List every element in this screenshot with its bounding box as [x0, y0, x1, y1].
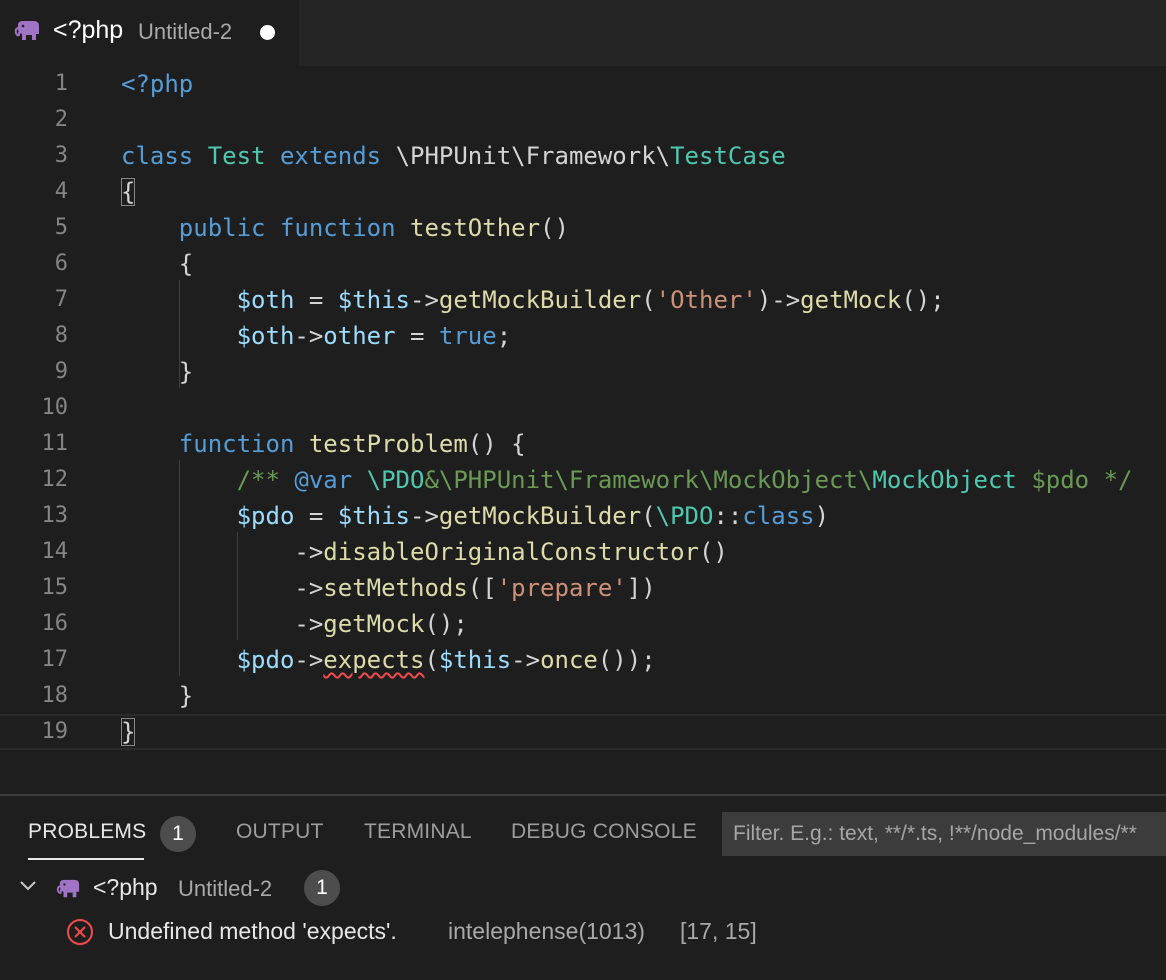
error-squiggle[interactable]: expects [323, 646, 424, 674]
code-line: 15 ->setMethods(['prepare']) [0, 570, 1166, 606]
editor-tab-untitled-2[interactable]: <?php Untitled-2 [0, 0, 299, 66]
tab-terminal[interactable]: TERMINAL [364, 820, 472, 844]
line-number: 7 [54, 287, 68, 312]
line-number: 4 [54, 179, 68, 204]
problem-message[interactable]: Undefined method 'expects'. [108, 918, 397, 945]
bottom-panel: PROBLEMS 1 OUTPUT TERMINAL DEBUG CONSOLE… [0, 794, 1166, 980]
php-elephant-icon [56, 879, 80, 898]
problem-group-language[interactable]: <?php [93, 874, 158, 901]
tab-debug-console[interactable]: DEBUG CONSOLE [511, 820, 697, 844]
code-line: 17 $pdo->expects($this->once()); [0, 642, 1166, 678]
error-icon [67, 919, 93, 945]
code-line: 12 /** @var \PDO&\PHPUnit\Framework\Mock… [0, 462, 1166, 498]
matched-bracket: } [121, 718, 136, 746]
problem-source: intelephense(1013) [448, 918, 645, 944]
line-number: 13 [41, 503, 69, 528]
line-number: 12 [41, 467, 69, 492]
tab-problems[interactable]: PROBLEMS [28, 820, 146, 844]
unsaved-changes-dot-icon[interactable] [260, 25, 275, 40]
line-number: 10 [41, 395, 69, 420]
code-line: 10 [0, 390, 1166, 426]
php-elephant-icon [14, 21, 39, 40]
code-line: 2 [0, 102, 1166, 138]
code-line: 1 <?php [0, 66, 1166, 102]
code-line: 7 $oth = $this->getMockBuilder('Other')-… [0, 282, 1166, 318]
line-number: 11 [41, 431, 69, 456]
code-line: 16 ->getMock(); [0, 606, 1166, 642]
code-line: 9 } [0, 354, 1166, 390]
line-number: 8 [54, 323, 68, 348]
tab-output[interactable]: OUTPUT [236, 820, 324, 844]
code-line: 8 $oth->other = true; [0, 318, 1166, 354]
matched-bracket: { [121, 178, 136, 206]
tab-filename: Untitled-2 [138, 19, 233, 44]
code-line: 4 { [0, 174, 1166, 210]
problems-filter-input[interactable] [722, 812, 1166, 856]
line-number: 9 [54, 359, 68, 384]
line-number: 3 [54, 143, 68, 168]
line-number: 6 [54, 251, 68, 276]
line-number: 2 [54, 107, 68, 132]
problem-group-count-badge: 1 [304, 870, 340, 906]
code-line: 11 function testProblem() { [0, 426, 1166, 462]
active-tab-indicator [28, 858, 144, 860]
line-number: 18 [41, 683, 69, 708]
code-line: 18 } [0, 678, 1166, 714]
line-number: 1 [54, 71, 68, 96]
problem-group-filename[interactable]: Untitled-2 [178, 876, 272, 902]
code-line: 13 $pdo = $this->getMockBuilder(\PDO::cl… [0, 498, 1166, 534]
code-line: 6 { [0, 246, 1166, 282]
line-number: 5 [54, 215, 68, 240]
line-number: 19 [41, 719, 69, 744]
line-number: 17 [41, 647, 69, 672]
code-line-current: 19 } [0, 714, 1166, 750]
chevron-down-icon[interactable] [18, 876, 38, 896]
problems-count-badge: 1 [160, 816, 196, 852]
editor-tab-bar: <?php Untitled-2 [0, 0, 1166, 66]
line-number: 14 [41, 539, 69, 564]
problem-position: [17, 15] [680, 918, 757, 944]
line-number: 15 [41, 575, 69, 600]
tab-language-label: <?php [53, 16, 124, 44]
code-editor[interactable]: 1 <?php 2 3 class Test extends \PHPUnit\… [0, 66, 1166, 794]
code-line: 3 class Test extends \PHPUnit\Framework\… [0, 138, 1166, 174]
line-number: 16 [41, 611, 69, 636]
code-line: 5 public function testOther() [0, 210, 1166, 246]
code-line: 14 ->disableOriginalConstructor() [0, 534, 1166, 570]
